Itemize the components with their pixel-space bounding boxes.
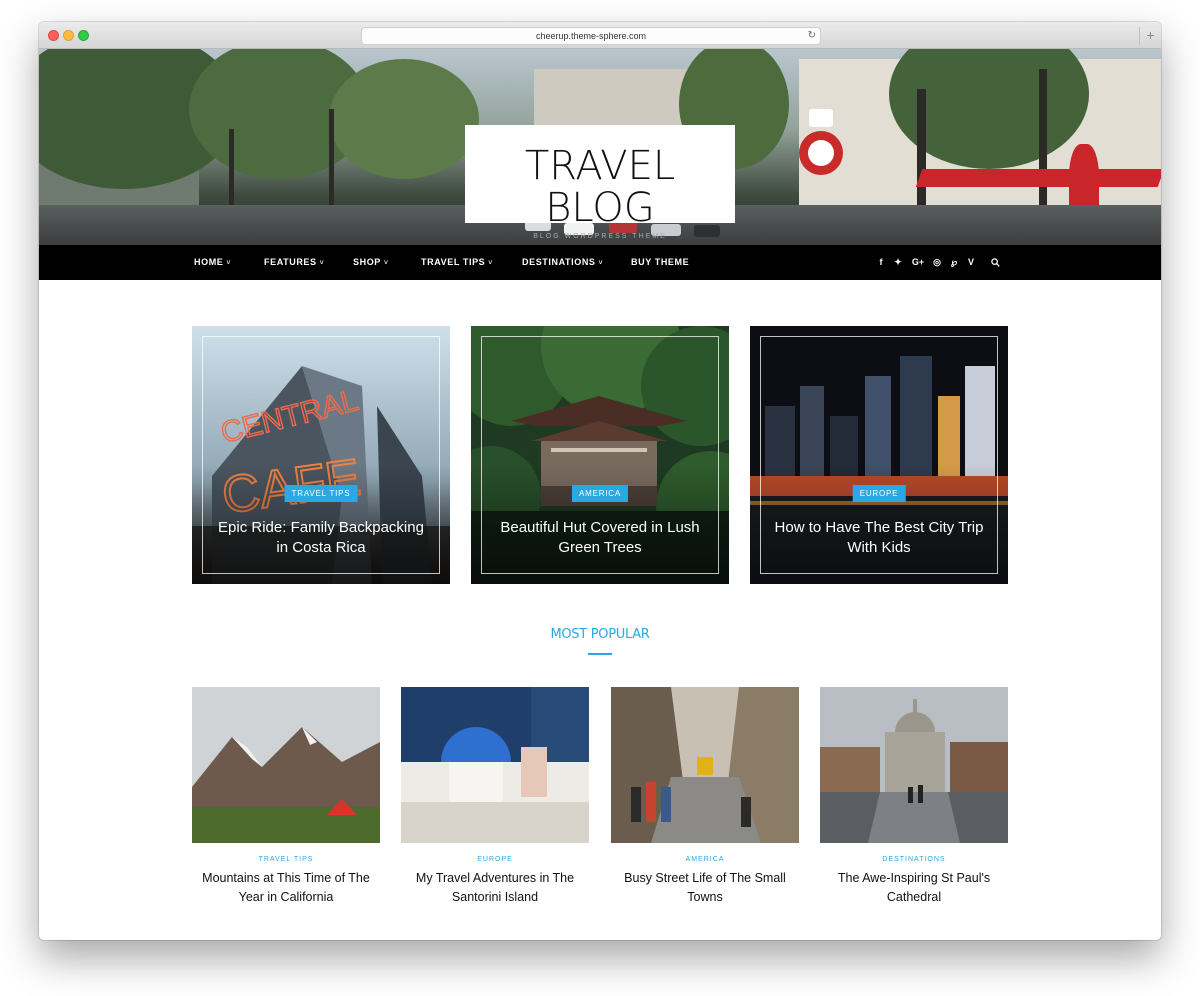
- most-popular-heading: MOST POPULAR: [550, 627, 650, 642]
- nav-item-label: BUY THEME: [631, 257, 690, 267]
- site-logo[interactable]: TRAVEL BLOG BLOG WORDPRESS THEME: [465, 125, 735, 240]
- popular-post-card[interactable]: AMERICA Busy Street Life of The Small To…: [611, 687, 799, 907]
- post-title[interactable]: Mountains at This Time of The Year in Ca…: [192, 869, 380, 907]
- chevron-down-icon: ˅: [488, 260, 493, 267]
- chevron-down-icon: ˅: [598, 260, 604, 267]
- new-tab-button[interactable]: +: [1139, 27, 1161, 45]
- nav-item-destinations[interactable]: DESTINATIONS ˅: [522, 245, 603, 280]
- logo-title: TRAVEL BLOG: [524, 143, 676, 231]
- featured-post-card[interactable]: EUROPE How to Have The Best City Trip Wi…: [750, 326, 1008, 584]
- pinterest-icon[interactable]: ℘: [948, 245, 960, 280]
- tree: [329, 59, 479, 179]
- chevron-down-icon: ˅: [319, 260, 325, 267]
- post-category[interactable]: DESTINATIONS: [820, 856, 1008, 863]
- chevron-down-icon: ˅: [226, 260, 232, 267]
- featured-post-title[interactable]: How to Have The Best City Trip With Kids: [770, 518, 988, 558]
- nav-item-home[interactable]: HOME ˅: [194, 245, 231, 280]
- close-window-button[interactable]: [48, 30, 59, 41]
- facebook-icon[interactable]: f: [875, 245, 887, 280]
- nav-item-label: HOME: [194, 257, 224, 267]
- nav-item-label: SHOP: [353, 257, 381, 267]
- nav-item-shop[interactable]: SHOP ˅: [353, 245, 389, 280]
- nav-item-label: TRAVEL TIPS: [421, 257, 486, 267]
- main-navigation: HOME ˅ FEATURES ˅ SHOP ˅ TRAVEL TIPS ˅ DESTI…: [39, 245, 1161, 280]
- chevron-down-icon: ˅: [383, 260, 389, 267]
- browser-window: cheerup.theme-sphere.com ↻ + TRAVEL BLOG…: [39, 22, 1161, 940]
- heading-underline: [588, 653, 612, 655]
- post-category[interactable]: TRAVEL TIPS: [192, 856, 380, 863]
- mountains-image: [192, 687, 380, 843]
- post-category[interactable]: AMERICA: [611, 856, 799, 863]
- santorini-image: [401, 687, 589, 843]
- popular-post-image[interactable]: [401, 687, 589, 843]
- featured-post-card[interactable]: AMERICA Beautiful Hut Covered in Lush Gr…: [471, 326, 729, 584]
- vimeo-icon[interactable]: V: [965, 245, 977, 280]
- nav-item-features[interactable]: FEATURES ˅: [264, 245, 324, 280]
- address-bar[interactable]: cheerup.theme-sphere.com ↻: [361, 27, 821, 45]
- popular-post-image[interactable]: [192, 687, 380, 843]
- url-text: cheerup.theme-sphere.com: [535, 31, 647, 41]
- post-title[interactable]: Busy Street Life of The Small Towns: [611, 869, 799, 907]
- height-sign: [809, 109, 833, 127]
- street-image: [611, 687, 799, 843]
- logo-subtitle: BLOG WORDPRESS THEME: [533, 233, 667, 240]
- reload-icon[interactable]: ↻: [808, 28, 816, 44]
- nav-item-label: FEATURES: [264, 257, 317, 267]
- popular-post-card[interactable]: EUROPE My Travel Adventures in The Santo…: [401, 687, 589, 907]
- cathedral-image: [820, 687, 1008, 843]
- zoom-window-button[interactable]: [78, 30, 89, 41]
- popular-post-card[interactable]: TRAVEL TIPS Mountains at This Time of Th…: [192, 687, 380, 907]
- nav-item-travel-tips[interactable]: TRAVEL TIPS ˅: [421, 245, 493, 280]
- category-badge[interactable]: AMERICA: [571, 485, 629, 502]
- twitter-icon[interactable]: ✦: [892, 245, 904, 280]
- featured-post-card[interactable]: CENTRAL CAFE TRAVEL TIPS Epic Ride: Fami…: [192, 326, 450, 584]
- popular-post-image[interactable]: [820, 687, 1008, 843]
- category-badge[interactable]: EUROPE: [852, 485, 906, 502]
- red-awning: [915, 169, 1161, 187]
- post-title[interactable]: The Awe-Inspiring St Paul's Cathedral: [820, 869, 1008, 907]
- popular-post-card[interactable]: DESTINATIONS The Awe-Inspiring St Paul's…: [820, 687, 1008, 907]
- header-banner: TRAVEL BLOG BLOG WORDPRESS THEME: [39, 49, 1161, 245]
- post-title[interactable]: My Travel Adventures in The Santorini Is…: [401, 869, 589, 907]
- popular-post-image[interactable]: [611, 687, 799, 843]
- nav-item-label: DESTINATIONS: [522, 257, 596, 267]
- instagram-icon[interactable]: ◎: [931, 245, 943, 280]
- post-category[interactable]: EUROPE: [401, 856, 589, 863]
- category-badge[interactable]: TRAVEL TIPS: [284, 485, 358, 502]
- featured-post-title[interactable]: Beautiful Hut Covered in Lush Green Tree…: [491, 518, 709, 558]
- google-plus-icon[interactable]: G+: [910, 245, 926, 280]
- minimize-window-button[interactable]: [63, 30, 74, 41]
- featured-post-title[interactable]: Epic Ride: Family Backpacking in Costa R…: [212, 518, 430, 558]
- nav-item-buy-theme[interactable]: BUY THEME: [631, 245, 689, 280]
- plus-icon: +: [1146, 27, 1155, 43]
- no-entry-sign-center: [808, 140, 834, 166]
- browser-titlebar: cheerup.theme-sphere.com ↻ +: [39, 22, 1161, 49]
- search-icon[interactable]: [989, 245, 1001, 280]
